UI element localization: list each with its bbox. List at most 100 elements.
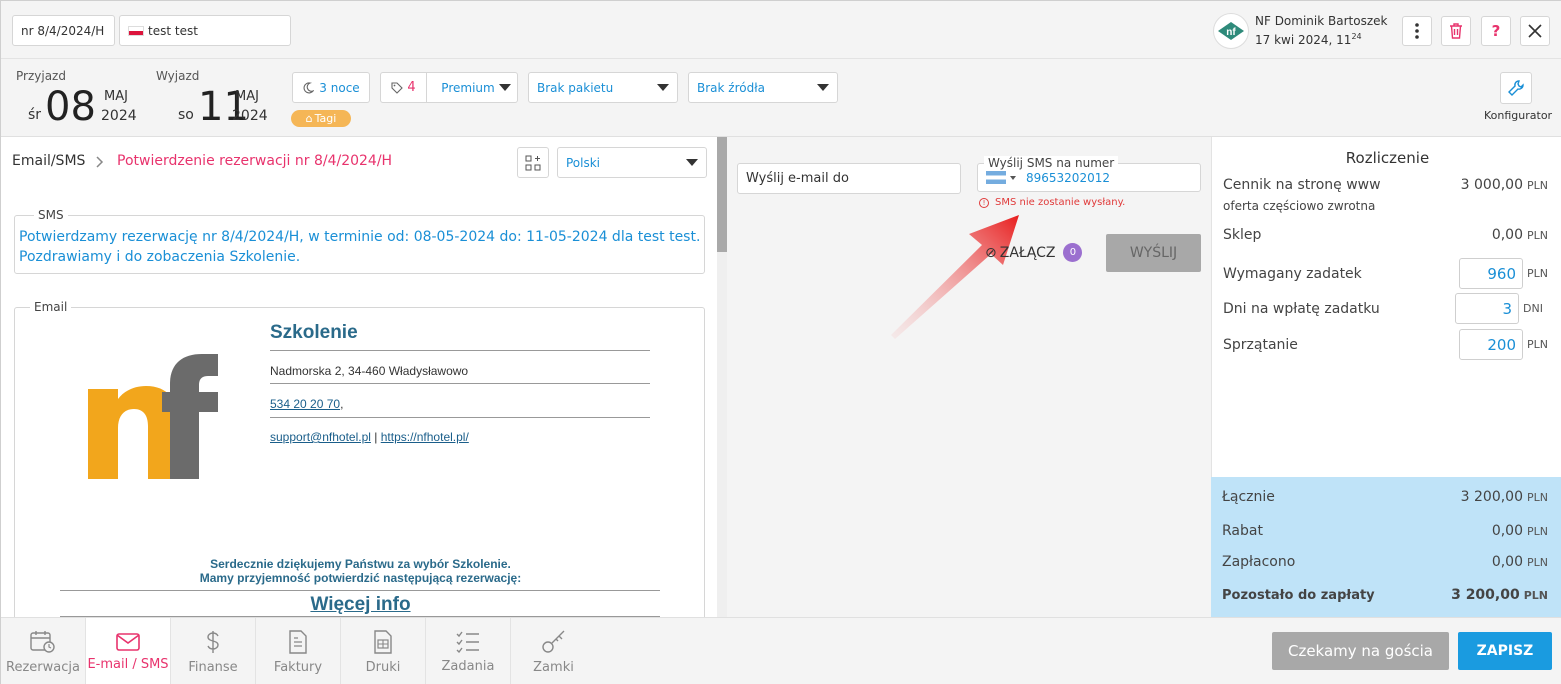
rate-selector[interactable]: 4 Premium (380, 72, 518, 103)
nf-hotel-logo-icon (88, 354, 218, 479)
poland-flag-icon (128, 25, 144, 36)
calendar-clock-icon (30, 630, 55, 653)
package-select[interactable]: Brak pakietu (528, 72, 678, 103)
tab-reservation[interactable]: Rezerwacja (1, 618, 86, 684)
envelope-icon (116, 632, 140, 651)
arrival-year: 2024 (101, 108, 137, 124)
help-button[interactable]: ? (1481, 16, 1511, 46)
email-thanks: Serdecznie dziękujemy Państwu za wybór S… (199, 557, 522, 585)
price-tag-icon (391, 81, 404, 94)
email-phone-link[interactable]: 534 20 20 70 (270, 397, 340, 411)
tags-label: Tagi (314, 112, 337, 125)
sms-number: 89653202012 (1026, 170, 1110, 185)
breadcrumb-section[interactable]: Email/SMS (12, 153, 85, 169)
grid-plus-icon (525, 155, 541, 170)
guest-name-field[interactable]: test test (119, 15, 291, 46)
email-divider (270, 383, 650, 384)
paid-row: Zapłacono 0,00 PLN (1222, 554, 1548, 570)
arrival-day: 08 (45, 84, 96, 130)
preview-scrollbar-thumb[interactable] (717, 137, 727, 252)
guest-name: test test (148, 23, 198, 38)
save-button[interactable]: ZAPISZ (1458, 632, 1552, 670)
configurator-button[interactable] (1500, 72, 1532, 104)
chevron-down-icon (817, 84, 829, 91)
language-select[interactable]: Polski (557, 147, 707, 178)
source-select[interactable]: Brak źródła (688, 72, 838, 103)
tab-email-sms[interactable]: E-mail / SMS (86, 618, 171, 684)
attach-button[interactable]: ⊘ ZAŁĄCZ 0 (985, 243, 1083, 262)
sms-preview: SMS Potwierdzamy rezerwację nr 8/4/2024/… (14, 208, 705, 274)
deposit-input[interactable]: 960 (1459, 258, 1523, 289)
bottom-navigation: Rezerwacja E-mail / SMS Finanse Faktury … (1, 617, 1561, 684)
tab-tasks[interactable]: Zadania (426, 618, 511, 684)
sms-text-line1: Potwierdzamy rezerwację nr 8/4/2024/H, w… (19, 229, 701, 245)
reservation-number-field[interactable]: nr 8/4/2024/H (12, 15, 115, 46)
invoice-icon (289, 629, 307, 654)
email-divider (270, 417, 650, 418)
email-recipient-input[interactable]: Wyślij e-mail do (737, 163, 961, 194)
close-icon (1528, 24, 1542, 38)
deposit-row: Wymagany zadatek 960 PLN (1223, 258, 1548, 289)
tag-icon: ⌂ (305, 112, 313, 125)
tab-finance[interactable]: Finanse (171, 618, 256, 684)
more-options-button[interactable] (1402, 16, 1432, 46)
delete-button[interactable] (1441, 16, 1471, 46)
waiting-for-guest-button[interactable]: Czekamy na gościa (1272, 632, 1449, 670)
tag-count-box: 4 (381, 73, 427, 102)
package-value: Brak pakietu (537, 80, 614, 95)
price-list-row: Cennik na stronę www 3 000,00 PLN (1223, 177, 1548, 193)
top-bar: nr 8/4/2024/H test test nf NF Dominik Ba… (1, 1, 1561, 59)
add-widget-button[interactable] (517, 147, 549, 178)
sms-text-line2: Pozdrawiamy i do zobaczenia Szkolenie. (19, 249, 301, 265)
attachment-count-badge: 0 (1063, 243, 1083, 262)
email-legend: Email (30, 300, 72, 314)
summary-panel: Łącznie 3 200,00 PLN Rabat 0,00 PLN Zapłac… (1211, 477, 1561, 617)
configurator-label: Konfigurator (1484, 109, 1553, 122)
svg-text:nf: nf (1226, 27, 1236, 38)
argentina-flag-icon (986, 171, 1006, 184)
key-icon (541, 630, 564, 653)
tab-prints[interactable]: Druki (341, 618, 426, 684)
email-support-link[interactable]: support@nfhotel.pl (270, 430, 371, 444)
email-hotel-name: Szkolenie (270, 322, 358, 343)
sms-number-label: Wyślij SMS na numer (984, 156, 1119, 170)
language-value: Polski (566, 155, 601, 170)
tab-locks[interactable]: Zamki (511, 618, 596, 684)
trash-icon (1450, 23, 1462, 39)
deposit-days-input[interactable]: 3 (1455, 293, 1519, 324)
total-row: Łącznie 3 200,00 PLN (1222, 489, 1548, 505)
print-document-icon (374, 629, 392, 654)
settlement-title: Rozliczenie (1345, 149, 1430, 167)
tab-invoices[interactable]: Faktury (256, 618, 341, 684)
chevron-right-icon (96, 156, 104, 168)
moon-icon (303, 81, 315, 93)
red-arrow-annotation-icon (891, 215, 1019, 339)
user-timestamp: 17 kwi 2024, 1124 (1255, 32, 1362, 47)
email-contact-line: support@nfhotel.pl | https://nfhotel.pl/ (270, 430, 469, 444)
discount-row: Rabat 0,00 PLN (1222, 523, 1548, 539)
reservation-window: nr 8/4/2024/H test test nf NF Dominik Ba… (0, 0, 1561, 684)
send-button[interactable]: WYŚLIJ (1106, 234, 1201, 272)
chevron-down-icon (499, 84, 511, 91)
deposit-days-row: Dni na wpłatę zadatku 3 DNI (1223, 293, 1548, 324)
tags-button[interactable]: ⌂ Tagi (291, 110, 351, 127)
nights-button[interactable]: 3 noce (292, 72, 370, 103)
reservation-number: nr 8/4/2024/H (21, 23, 105, 38)
cleaning-input[interactable]: 200 (1459, 329, 1523, 360)
nights-value: 3 noce (319, 80, 360, 95)
arrival-label: Przyjazd (16, 69, 66, 83)
wrench-icon (1508, 80, 1524, 96)
arrival-weekday: śr (28, 107, 42, 123)
stay-bar: Przyjazd śr 08 MAJ 2024 Wyjazd so 11 MAJ… (1, 59, 1561, 137)
settlement-panel: Rozliczenie Cennik na stronę www 3 000,0… (1211, 137, 1561, 477)
email-divider (270, 350, 650, 351)
chevron-down-icon (686, 159, 698, 166)
shop-row: Sklep 0,00 PLN (1223, 227, 1548, 243)
email-more-info-link[interactable]: Więcej info (15, 594, 706, 616)
user-name: NF Dominik Bartoszek (1255, 14, 1388, 28)
chevron-down-icon (1010, 175, 1016, 180)
vertical-dots-icon (1415, 23, 1419, 39)
email-website-link[interactable]: https://nfhotel.pl/ (381, 430, 469, 444)
departure-weekday: so (178, 107, 194, 123)
close-button[interactable] (1520, 16, 1550, 46)
